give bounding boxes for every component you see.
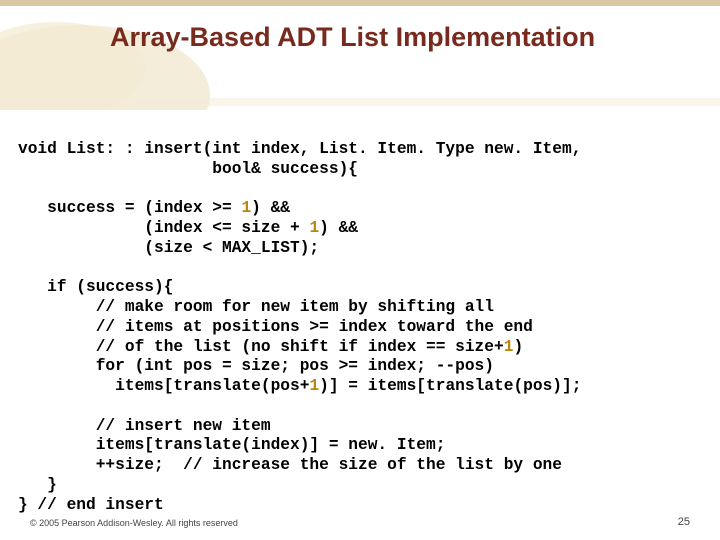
code-line: success = (index >= [18, 199, 241, 217]
code-line: bool& success){ [18, 160, 358, 178]
code-line: // make room for new item by shifting al… [18, 298, 494, 316]
code-line: void List: : insert(int index, List. Ite… [18, 140, 581, 158]
code-line: if (success){ [18, 278, 173, 296]
code-number: 1 [504, 338, 514, 356]
code-line: ) && [251, 199, 290, 217]
code-line: for (int pos = size; pos >= index; --pos… [18, 357, 494, 375]
code-line: } [18, 476, 57, 494]
header-decoration [0, 0, 720, 110]
code-line: (size < MAX_LIST); [18, 239, 319, 257]
code-line: items[translate(pos+ [18, 377, 309, 395]
code-line: (index <= size + [18, 219, 309, 237]
code-line: items[translate(index)] = new. Item; [18, 436, 445, 454]
code-number: 1 [241, 199, 251, 217]
code-line: ++size; // increase the size of the list… [18, 456, 562, 474]
slide-title: Array-Based ADT List Implementation [110, 22, 695, 53]
code-line: ) && [319, 219, 358, 237]
code-number: 1 [309, 219, 319, 237]
copyright: © 2005 Pearson Addison-Wesley. All right… [30, 518, 238, 528]
code-line: // insert new item [18, 417, 271, 435]
page-number: 25 [678, 516, 690, 528]
code-line: } // end insert [18, 496, 164, 514]
code-line: )] = items[translate(pos)]; [319, 377, 581, 395]
code-line: ) [513, 338, 523, 356]
code-number: 1 [309, 377, 319, 395]
code-block: void List: : insert(int index, List. Ite… [18, 140, 703, 516]
code-line: // items at positions >= index toward th… [18, 318, 533, 336]
code-line: // of the list (no shift if index == siz… [18, 338, 504, 356]
